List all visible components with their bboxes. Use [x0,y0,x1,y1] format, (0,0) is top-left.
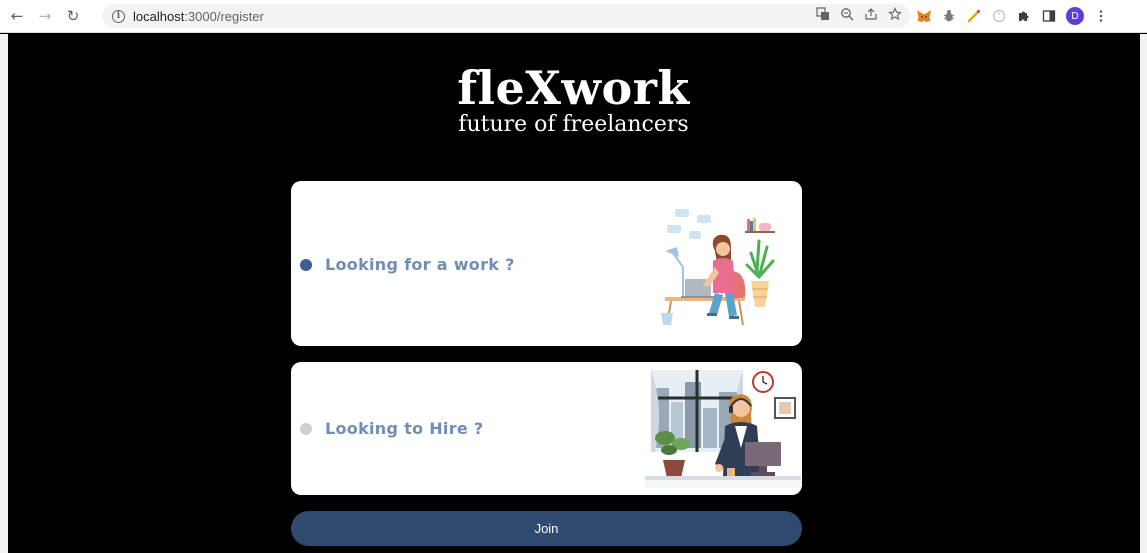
side-panel-icon[interactable] [1041,8,1057,24]
url-text[interactable]: localhost:3000/register [133,9,264,24]
share-icon[interactable] [864,7,878,25]
brand-logo: fleXwork [457,61,690,115]
radio-selected-work[interactable] [300,259,312,271]
bookmark-star-icon[interactable] [888,7,902,25]
radio-unselected-hire[interactable] [300,423,312,435]
register-page: fleXwork future of freelancers Looking f… [0,34,1147,553]
brand-header: fleXwork future of freelancers [0,62,1147,138]
extensions-puzzle-icon[interactable] [1016,8,1032,24]
option-label-hire: Looking to Hire ? [325,419,484,438]
extension-circle-icon[interactable] [991,8,1007,24]
forward-arrow-icon[interactable]: → [34,5,56,27]
bug-icon[interactable] [941,8,957,24]
profile-avatar[interactable]: D [1066,7,1084,25]
brand-tagline: future of freelancers [458,112,689,137]
reload-icon[interactable]: ↻ [62,5,84,27]
freelancer-desk-illustration [661,209,775,326]
url-path: :3000/register [184,8,264,24]
metamask-fox-icon[interactable] [916,8,932,24]
translate-icon[interactable] [816,7,830,25]
zoom-icon[interactable] [840,7,854,25]
address-bar[interactable]: i localhost:3000/register [102,4,910,28]
browser-toolbar: ← → ↻ i localhost:3000/register D [0,0,1147,33]
option-card-work[interactable]: Looking for a work ? [291,181,802,346]
back-arrow-icon[interactable]: ← [6,5,28,27]
join-button[interactable]: Join [291,511,802,546]
menu-kebab-icon[interactable] [1093,8,1109,24]
color-picker-icon[interactable] [966,8,982,24]
url-host: localhost [133,8,185,24]
recruiter-office-illustration [645,370,801,488]
site-info-icon[interactable]: i [112,9,125,23]
option-card-hire[interactable]: Looking to Hire ? [291,362,802,495]
option-label-work: Looking for a work ? [325,255,515,274]
